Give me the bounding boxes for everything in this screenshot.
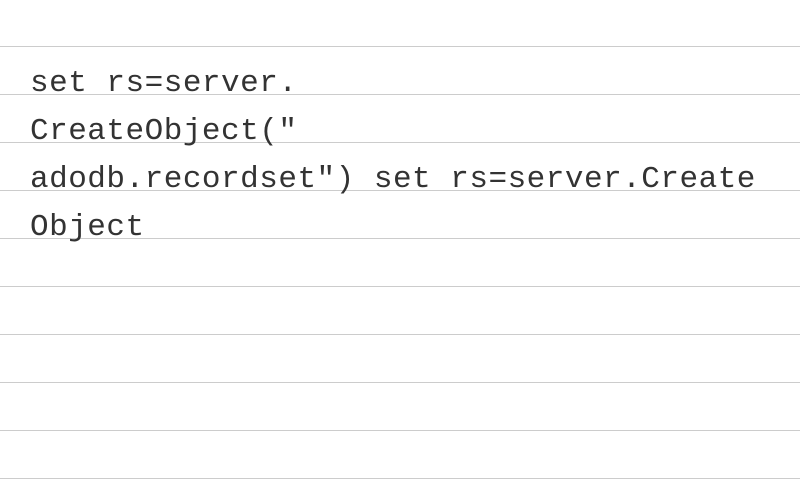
- code-line-2: CreateObject(": [30, 114, 297, 149]
- code-line-1: set rs=server.: [30, 66, 297, 101]
- code-line-3: adodb.recordset") set rs=server.CreateOb…: [30, 162, 756, 245]
- code-text: set rs=server. CreateObject(" adodb.reco…: [0, 0, 800, 282]
